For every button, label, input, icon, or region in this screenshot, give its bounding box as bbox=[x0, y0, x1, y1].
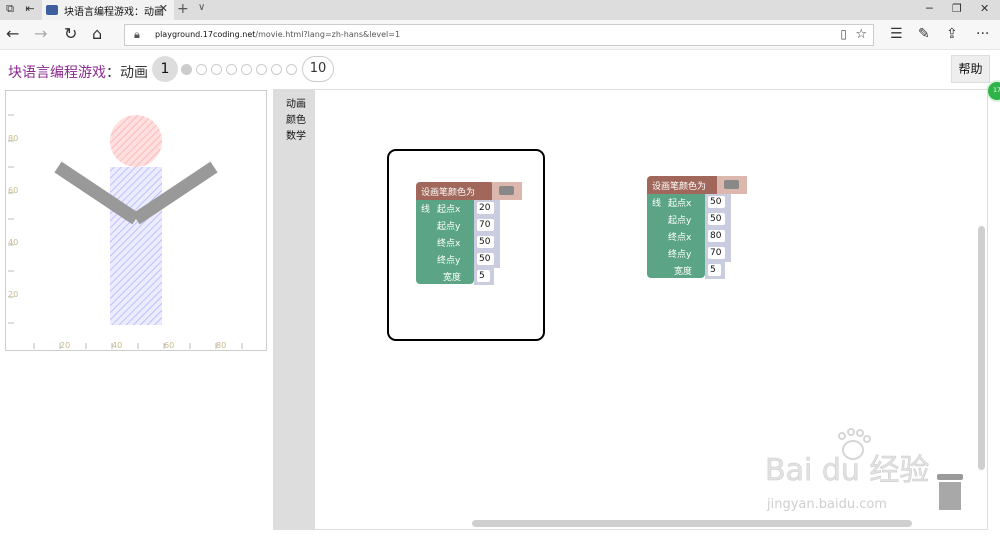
level-dot[interactable] bbox=[211, 64, 222, 75]
tab-title: 块语言编程游戏：动画 bbox=[64, 7, 164, 18]
reading-view-icon[interactable]: ▯ bbox=[840, 27, 847, 41]
toolbox-category-color[interactable]: 颜色 bbox=[286, 111, 306, 126]
level-last-button[interactable]: 10 bbox=[302, 56, 334, 82]
color-swatch[interactable] bbox=[724, 180, 739, 189]
level-dot[interactable] bbox=[256, 64, 267, 75]
watermark-logo: Bai du 经验 jingyan.baidu.com bbox=[765, 428, 930, 512]
y-tick-label: 40 bbox=[8, 238, 18, 247]
minimize-icon[interactable]: ─ bbox=[926, 2, 933, 15]
site-favicon-icon bbox=[46, 5, 58, 15]
back-icon[interactable]: ← bbox=[6, 25, 19, 43]
x-tick-label: 40 bbox=[112, 341, 122, 350]
level-dot[interactable] bbox=[196, 64, 207, 75]
new-tab-icon[interactable]: + bbox=[177, 1, 189, 17]
page-title: 块语言编程游戏：动画 bbox=[8, 65, 148, 81]
pen-color-header[interactable]: 设画笔颜色为 bbox=[416, 182, 494, 200]
line-block[interactable]: 线 起点x 起点y 终点x 终点y 宽度 bbox=[647, 194, 705, 278]
y-tick-label: 60 bbox=[8, 186, 18, 195]
x-tick-label: 60 bbox=[164, 341, 174, 350]
baidu-watermark: Bai du 经验 jingyan.baidu.com bbox=[763, 428, 943, 518]
toolbox: 动画 颜色 数学 bbox=[274, 90, 315, 529]
page-name: 动画 bbox=[120, 65, 148, 81]
color-swatch[interactable] bbox=[499, 186, 514, 195]
end-x-input[interactable]: 50 bbox=[474, 234, 500, 251]
restore-icon[interactable]: ❐ bbox=[952, 2, 962, 15]
level-dot[interactable] bbox=[271, 64, 282, 75]
figure-head bbox=[110, 115, 162, 167]
address-bar[interactable]: 🔒︎ playground.17coding.net/movie.html?la… bbox=[124, 24, 874, 46]
tab-manager-icon[interactable]: ⧉ bbox=[4, 3, 16, 15]
color-picker[interactable] bbox=[717, 176, 747, 194]
end-x-input[interactable]: 80 bbox=[705, 228, 731, 245]
forward-icon[interactable]: → bbox=[34, 25, 47, 43]
start-x-input[interactable]: 20 bbox=[474, 200, 500, 217]
y-tick-label: 80 bbox=[8, 134, 18, 143]
toolbox-category-math[interactable]: 数学 bbox=[286, 127, 306, 142]
help-button[interactable]: 帮助 bbox=[951, 55, 990, 83]
browser-nav-bar: ← → ↻ ⌂ 🔒︎ playground.17coding.net/movie… bbox=[0, 20, 1000, 50]
hub-icon[interactable]: ☰ bbox=[890, 25, 903, 43]
y-tick-label: 20 bbox=[8, 290, 18, 299]
close-tab-icon[interactable]: ✕ bbox=[159, 2, 168, 15]
share-icon[interactable]: ⇪ bbox=[946, 25, 958, 43]
preview-drawing: 80 60 40 20 20 40 60 80 bbox=[8, 114, 243, 350]
watermark-site: jingyan.baidu.com bbox=[766, 497, 887, 512]
horizontal-scrollbar[interactable] bbox=[472, 520, 912, 527]
color-picker[interactable] bbox=[492, 182, 522, 200]
level-dot[interactable] bbox=[241, 64, 252, 75]
width-input[interactable]: 5 bbox=[705, 262, 725, 279]
x-tick-label: 20 bbox=[60, 341, 70, 350]
lock-icon: 🔒︎ bbox=[134, 28, 140, 41]
toolbox-category-animation[interactable]: 动画 bbox=[286, 95, 306, 110]
preview-canvas: 80 60 40 20 20 40 60 80 bbox=[5, 90, 267, 351]
start-y-input[interactable]: 50 bbox=[705, 211, 731, 228]
level-dot[interactable] bbox=[286, 64, 297, 75]
start-x-input[interactable]: 50 bbox=[705, 194, 731, 211]
notes-pen-icon[interactable]: ✎ bbox=[918, 25, 930, 43]
level-current-button[interactable]: 1 bbox=[152, 56, 178, 82]
more-icon[interactable]: ··· bbox=[976, 25, 989, 43]
close-window-icon[interactable]: ✕ bbox=[980, 2, 989, 15]
browser-tab-bar: ⧉ ⇤ 块语言编程游戏：动画 ✕ + ∨ ─ ❐ ✕ bbox=[0, 0, 1000, 20]
watermark-brand: Bai du 经验 bbox=[765, 453, 929, 488]
end-y-input[interactable]: 70 bbox=[705, 245, 731, 262]
pen-color-header[interactable]: 设画笔颜色为 bbox=[647, 176, 725, 194]
level-dot[interactable] bbox=[226, 64, 237, 75]
set-aside-tabs-icon[interactable]: ⇤ bbox=[24, 3, 36, 15]
width-input[interactable]: 5 bbox=[474, 268, 494, 285]
browser-tab[interactable]: 块语言编程游戏：动画 ✕ bbox=[42, 0, 174, 20]
level-dot[interactable] bbox=[181, 64, 192, 75]
pen-color-block[interactable]: 设画笔颜色为 线 起点x 起点y 终点x 终点y 宽度 20 70 50 50 … bbox=[416, 182, 522, 286]
chevron-down-icon[interactable]: ∨ bbox=[198, 2, 205, 13]
pen-color-block[interactable]: 设画笔颜色为 线 起点x 起点y 终点x 终点y 宽度 50 50 80 70 … bbox=[647, 176, 747, 280]
vertical-scrollbar[interactable] bbox=[978, 226, 985, 470]
end-y-input[interactable]: 50 bbox=[474, 251, 500, 268]
figure-body bbox=[110, 167, 162, 325]
start-y-input[interactable]: 70 bbox=[474, 217, 500, 234]
x-tick-label: 80 bbox=[216, 341, 226, 350]
url-text: playground.17coding.net/movie.html?lang=… bbox=[155, 30, 401, 39]
app-title[interactable]: 块语言编程游戏 bbox=[8, 65, 106, 81]
home-icon[interactable]: ⌂ bbox=[92, 25, 102, 43]
favorite-star-icon[interactable]: ☆ bbox=[855, 27, 867, 42]
refresh-icon[interactable]: ↻ bbox=[64, 25, 77, 43]
floating-badge[interactable]: 17 bbox=[986, 80, 1000, 102]
line-block[interactable]: 线 起点x 起点y 终点x 终点y 宽度 bbox=[416, 200, 474, 284]
